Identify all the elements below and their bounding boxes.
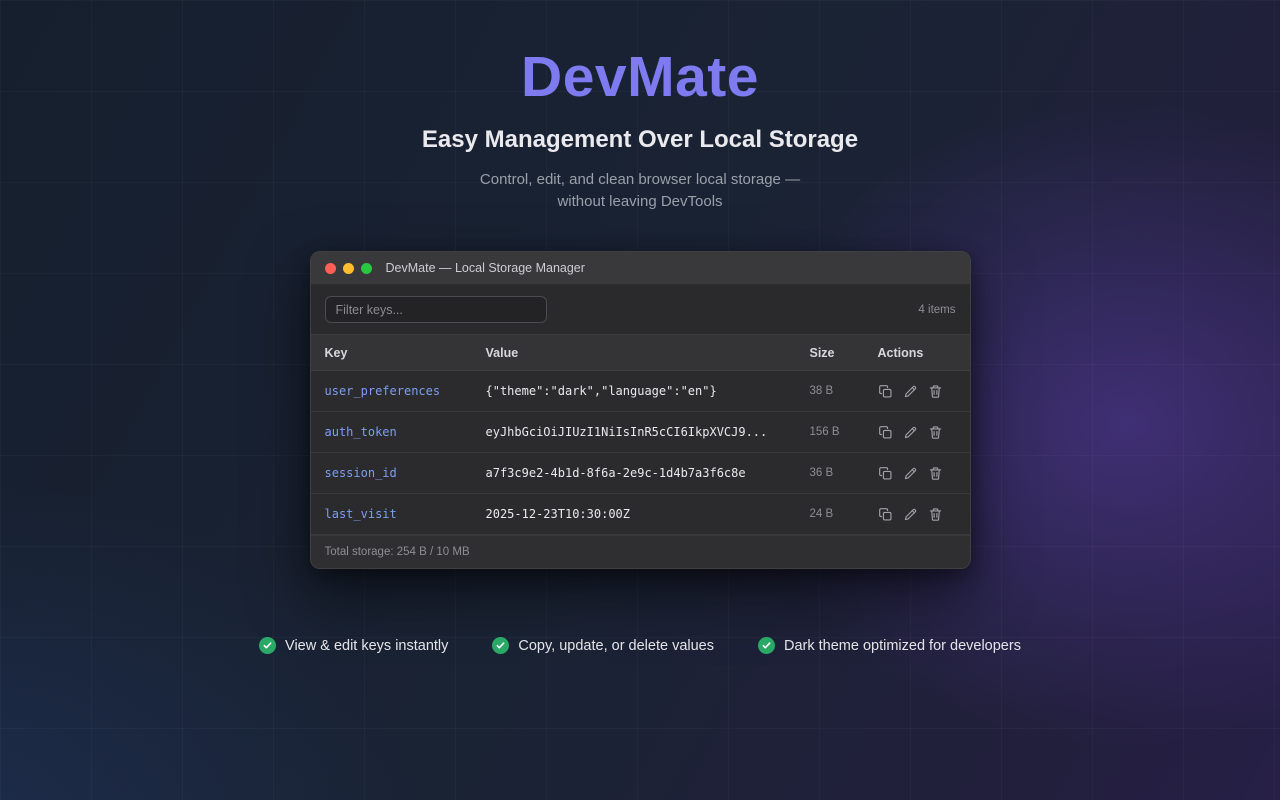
row-size: 24 B: [810, 508, 878, 520]
row-value: eyJhbGciOiJIUzI1NiIsInR5cCI6IkpXVCJ9...: [486, 425, 810, 439]
copy-icon: [878, 384, 893, 399]
row-value: a7f3c9e2-4b1d-8f6a-2e9c-1d4b7a3f6c8e: [486, 466, 810, 480]
column-header-size: Size: [810, 346, 878, 360]
hero-section: DevMate Easy Management Over Local Stora…: [0, 0, 1280, 213]
traffic-lights: [325, 263, 372, 274]
row-size: 38 B: [810, 385, 878, 397]
table-row: auth_token eyJhbGciOiJIUzI1NiIsInR5cCI6I…: [311, 412, 970, 453]
table-row: user_preferences {"theme":"dark","langua…: [311, 371, 970, 412]
delete-button[interactable]: [928, 506, 944, 522]
hero-description-line1: Control, edit, and clean browser local s…: [480, 171, 800, 188]
edit-button[interactable]: [903, 506, 919, 522]
copy-icon: [878, 425, 893, 440]
delete-button[interactable]: [928, 424, 944, 440]
table-row: session_id a7f3c9e2-4b1d-8f6a-2e9c-1d4b7…: [311, 453, 970, 494]
check-icon: [758, 637, 775, 654]
row-key[interactable]: auth_token: [325, 425, 486, 439]
delete-button[interactable]: [928, 465, 944, 481]
feature-label: View & edit keys instantly: [285, 638, 448, 654]
check-icon: [492, 637, 509, 654]
storage-summary: Total storage: 254 B / 10 MB: [311, 535, 970, 568]
pencil-icon: [903, 384, 918, 399]
copy-icon: [878, 507, 893, 522]
row-key[interactable]: last_visit: [325, 507, 486, 521]
feature-item: Copy, update, or delete values: [492, 637, 714, 654]
column-header-actions: Actions: [878, 346, 956, 360]
window-titlebar: DevMate — Local Storage Manager: [311, 252, 970, 285]
pencil-icon: [903, 507, 918, 522]
edit-button[interactable]: [903, 465, 919, 481]
row-actions: [878, 506, 956, 522]
trash-icon: [928, 507, 943, 522]
toolbar: 4 items: [311, 285, 970, 334]
minimize-window-icon[interactable]: [343, 263, 354, 274]
delete-button[interactable]: [928, 383, 944, 399]
row-size: 156 B: [810, 426, 878, 438]
hero-description-line2: without leaving DevTools: [557, 193, 722, 210]
copy-button[interactable]: [878, 465, 894, 481]
hero-subtitle: Easy Management Over Local Storage: [0, 126, 1280, 154]
hero-description: Control, edit, and clean browser local s…: [0, 169, 1280, 213]
trash-icon: [928, 384, 943, 399]
copy-button[interactable]: [878, 424, 894, 440]
row-actions: [878, 424, 956, 440]
row-key[interactable]: user_preferences: [325, 384, 486, 398]
copy-button[interactable]: [878, 383, 894, 399]
column-header-value: Value: [486, 346, 810, 360]
copy-icon: [878, 466, 893, 481]
edit-button[interactable]: [903, 424, 919, 440]
table-row: last_visit 2025-12-23T10:30:00Z 24 B: [311, 494, 970, 535]
column-header-key: Key: [325, 346, 486, 360]
row-key[interactable]: session_id: [325, 466, 486, 480]
row-actions: [878, 465, 956, 481]
trash-icon: [928, 425, 943, 440]
trash-icon: [928, 466, 943, 481]
pencil-icon: [903, 466, 918, 481]
feature-label: Dark theme optimized for developers: [784, 638, 1021, 654]
row-actions: [878, 383, 956, 399]
filter-keys-input[interactable]: [325, 296, 547, 323]
feature-item: View & edit keys instantly: [259, 637, 448, 654]
page: DevMate Easy Management Over Local Stora…: [0, 0, 1280, 654]
close-window-icon[interactable]: [325, 263, 336, 274]
items-count: 4 items: [918, 304, 955, 316]
feature-item: Dark theme optimized for developers: [758, 637, 1021, 654]
edit-button[interactable]: [903, 383, 919, 399]
features-row: View & edit keys instantly Copy, update,…: [0, 637, 1280, 654]
row-size: 36 B: [810, 467, 878, 479]
row-value: 2025-12-23T10:30:00Z: [486, 507, 810, 521]
maximize-window-icon[interactable]: [361, 263, 372, 274]
check-icon: [259, 637, 276, 654]
window-title: DevMate — Local Storage Manager: [386, 261, 585, 275]
table-header: Key Value Size Actions: [311, 334, 970, 371]
copy-button[interactable]: [878, 506, 894, 522]
feature-label: Copy, update, or delete values: [518, 638, 714, 654]
pencil-icon: [903, 425, 918, 440]
app-window: DevMate — Local Storage Manager 4 items …: [310, 251, 971, 569]
row-value: {"theme":"dark","language":"en"}: [486, 384, 810, 398]
app-title: DevMate: [0, 44, 1280, 110]
